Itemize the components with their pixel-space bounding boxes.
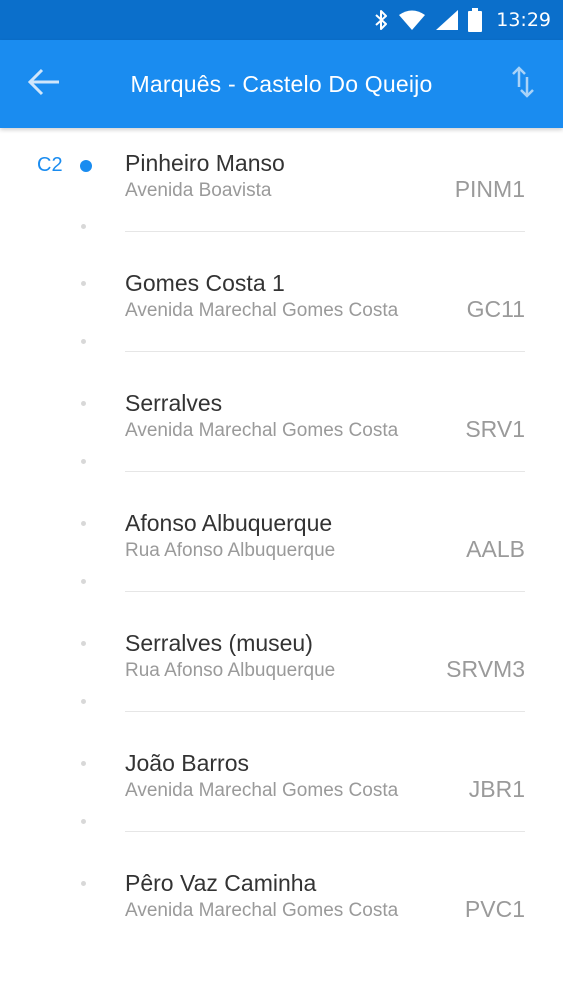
- app-bar: Marquês - Castelo Do Queijo: [0, 40, 563, 128]
- stop-item[interactable]: Serralves Avenida Marechal Gomes Costa S…: [0, 368, 563, 488]
- stop-code: PVC1: [464, 896, 525, 922]
- route-dot: [81, 699, 86, 704]
- stop-item[interactable]: Gomes Costa 1 Avenida Marechal Gomes Cos…: [0, 248, 563, 368]
- stop-street: Rua Afonso Albuquerque: [125, 660, 336, 681]
- stop-code: JBR1: [468, 776, 525, 802]
- signal-icon: [436, 10, 459, 30]
- stop-name: Serralves: [125, 390, 223, 416]
- route-dot: [81, 819, 86, 824]
- stop-list: C2 Pinheiro Manso Avenida Boavista PINM1…: [0, 128, 563, 968]
- stop-street: Rua Afonso Albuquerque: [125, 540, 336, 561]
- stop-item[interactable]: João Barros Avenida Marechal Gomes Costa…: [0, 728, 563, 848]
- status-time: 13:29: [496, 9, 551, 31]
- line-badge: C2: [37, 154, 63, 176]
- route-dot: [81, 339, 86, 344]
- stop-street: Avenida Boavista: [125, 180, 272, 201]
- stop-name: Afonso Albuquerque: [125, 510, 333, 536]
- stop-item[interactable]: Serralves (museu) Rua Afonso Albuquerque…: [0, 608, 563, 728]
- stop-name: Gomes Costa 1: [125, 270, 285, 296]
- battery-icon: [468, 8, 483, 32]
- route-dot: [81, 401, 86, 406]
- divider: [125, 351, 525, 352]
- stop-name: Pinheiro Manso: [125, 150, 285, 176]
- route-dot: [81, 761, 86, 766]
- route-dot: [81, 521, 86, 526]
- stop-code: SRV1: [465, 416, 525, 442]
- route-dot: [81, 459, 86, 464]
- route-dot: [81, 881, 86, 886]
- stop-street: Avenida Marechal Gomes Costa: [125, 780, 399, 801]
- stop-item[interactable]: Afonso Albuquerque Rua Afonso Albuquerqu…: [0, 488, 563, 608]
- bluetooth-icon: [374, 9, 388, 31]
- route-dot: [81, 641, 86, 646]
- route-dot: [81, 224, 86, 229]
- stop-code: AALB: [466, 536, 525, 562]
- stop-street: Avenida Marechal Gomes Costa: [125, 300, 399, 321]
- stop-name: Pêro Vaz Caminha: [125, 870, 317, 896]
- stop-street: Avenida Marechal Gomes Costa: [125, 900, 399, 921]
- stop-item[interactable]: Pêro Vaz Caminha Avenida Marechal Gomes …: [0, 848, 563, 968]
- route-dot: [81, 281, 86, 286]
- stop-code: SRVM3: [446, 656, 525, 682]
- stop-code: PINM1: [454, 176, 525, 202]
- divider: [125, 231, 525, 232]
- swap-direction-button[interactable]: [503, 64, 543, 104]
- stop-item[interactable]: C2 Pinheiro Manso Avenida Boavista PINM1: [0, 128, 563, 248]
- page-title: Marquês - Castelo Do Queijo: [130, 70, 433, 97]
- route-dot: [81, 579, 86, 584]
- stop-street: Avenida Marechal Gomes Costa: [125, 420, 399, 441]
- wifi-icon: [398, 10, 426, 30]
- stop-name: João Barros: [125, 750, 250, 776]
- divider: [125, 591, 525, 592]
- current-stop-dot: [80, 160, 92, 172]
- divider: [125, 831, 525, 832]
- status-bar: 13:29: [0, 0, 563, 40]
- stop-code: GC11: [466, 296, 525, 322]
- divider: [125, 471, 525, 472]
- divider: [125, 711, 525, 712]
- stop-name: Serralves (museu): [125, 630, 313, 656]
- swap-vertical-icon: [510, 65, 536, 104]
